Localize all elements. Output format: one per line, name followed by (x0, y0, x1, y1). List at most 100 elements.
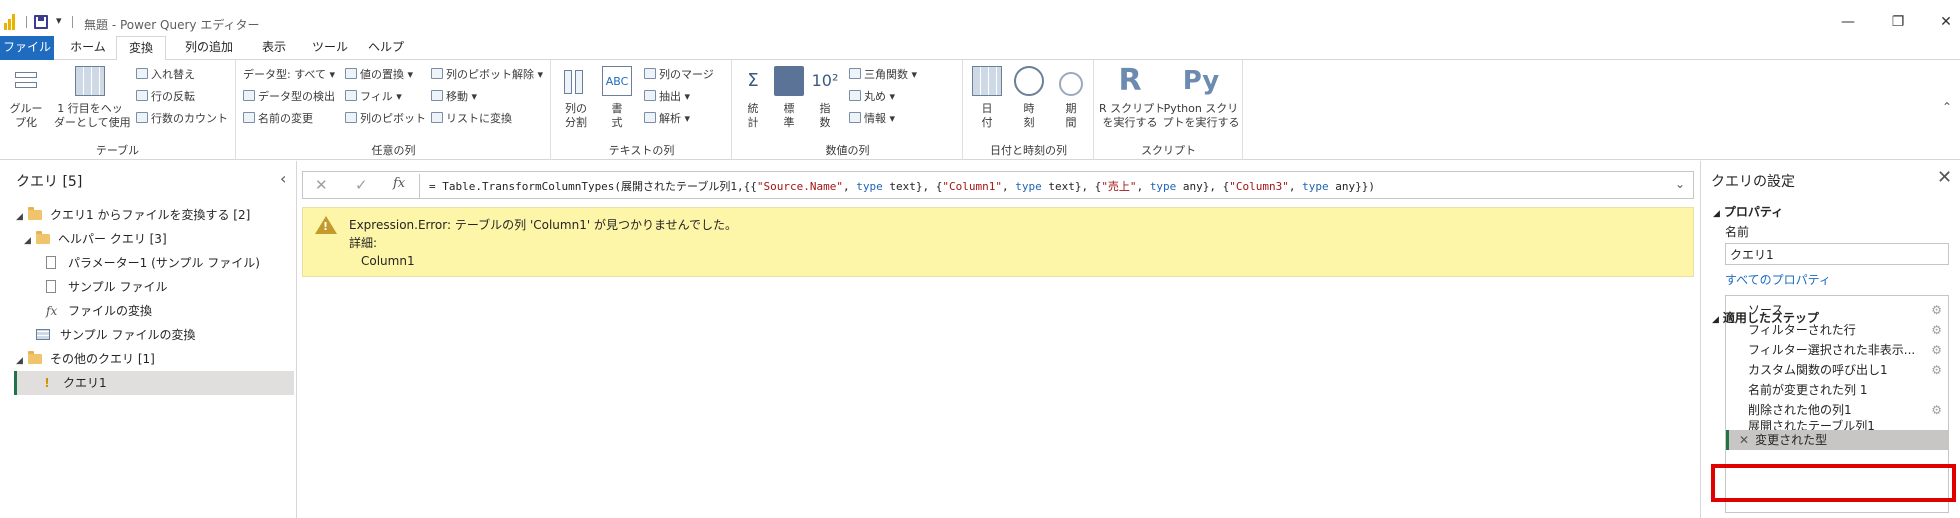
extract-button[interactable]: 抽出 ▾ (644, 90, 690, 104)
properties-section[interactable]: ◢ プロパティ (1713, 203, 1783, 220)
group-table: グルー プ化 1 行目をヘッ ダーとして使用 入れ替え 行の反転 行数のカウント… (0, 60, 236, 160)
group-datetime-column: 日 付 時 刻 期 間 日付と時刻の列 (964, 60, 1094, 160)
time-button[interactable]: 時 刻 (1010, 66, 1048, 130)
tree-item[interactable]: fx ファイルの変換 (46, 299, 152, 323)
tree-item-selected[interactable]: ! クエリ1 (14, 371, 294, 395)
quick-access-dropdown-icon[interactable]: ▾ (56, 14, 62, 27)
gear-icon[interactable]: ⚙ (1931, 320, 1942, 340)
tree-item[interactable]: サンプル ファイル (46, 275, 167, 299)
scientific-button[interactable]: 10² 指 数 (809, 66, 841, 130)
folder-icon (28, 207, 42, 220)
minimize-button[interactable]: — (1838, 12, 1858, 32)
folder-icon (36, 231, 50, 244)
fx-icon[interactable]: fx (393, 176, 405, 191)
first-row-header-button[interactable]: 1 行目をヘッ ダーとして使用 (54, 66, 131, 130)
tab-view[interactable]: 表示 (252, 36, 296, 60)
pivot-button[interactable]: 列のピボット (345, 112, 426, 126)
step-item[interactable]: フィルター選択された非表示... ⚙ (1726, 340, 1948, 360)
group-label: スクリプト (1141, 144, 1196, 157)
calendar-icon (972, 66, 1002, 96)
step-item[interactable]: 名前が変更された列 1 (1726, 380, 1948, 400)
close-settings-icon[interactable]: ✕ (1937, 167, 1952, 188)
delete-step-icon[interactable]: ✕ (1739, 433, 1749, 447)
tab-file[interactable]: ファイル (0, 36, 54, 60)
restore-button[interactable]: ❐ (1888, 12, 1908, 32)
ribbon-tabs: ファイル ホーム 変換 列の追加 表示 ツール ヘルプ (0, 36, 1960, 61)
divider (419, 174, 420, 198)
all-properties-link[interactable]: すべてのプロパティ (1725, 271, 1831, 288)
tree-item[interactable]: サンプル ファイルの変換 (36, 323, 195, 347)
gear-icon[interactable]: ⚙ (1931, 300, 1942, 320)
format-abc-icon: ABC (602, 66, 632, 96)
group-by-button[interactable]: グルー プ化 (6, 66, 46, 130)
tab-transform[interactable]: 変換 (116, 36, 166, 61)
format-button[interactable]: ABC 書 式 (600, 66, 634, 130)
gear-icon[interactable]: ⚙ (1931, 360, 1942, 380)
split-column-button[interactable]: 列の 分割 (558, 66, 594, 130)
expand-icon: ◢ (1712, 315, 1719, 325)
title-bar: ▾ 無題 - Power Query エディター — ❐ ✕ (0, 0, 1960, 38)
duration-button[interactable]: 期 間 (1052, 66, 1090, 130)
detect-type-button[interactable]: データ型の検出 (243, 90, 335, 104)
transpose-button[interactable]: 入れ替え (136, 68, 195, 82)
cancel-formula-icon[interactable]: ✕ (315, 176, 328, 194)
tab-help[interactable]: ヘルプ (362, 36, 410, 60)
merge-columns-button[interactable]: 列のマージ (644, 68, 714, 82)
statistics-button[interactable]: Σ 統 計 (737, 66, 769, 130)
count-rows-button[interactable]: 行数のカウント (136, 112, 228, 126)
fill-button[interactable]: フィル ▾ (345, 90, 402, 104)
step-item-selected[interactable]: ✕ 変更された型 (1726, 430, 1948, 450)
file-icon (46, 280, 56, 293)
tree-folder[interactable]: ◢ クエリ1 からファイルを変換する [2] (16, 203, 250, 227)
rename-button[interactable]: 名前の変更 (243, 112, 313, 126)
python-icon: Py (1182, 66, 1220, 96)
power-ten-icon: 10² (811, 71, 839, 90)
gear-icon[interactable]: ⚙ (1931, 340, 1942, 360)
fill-down-icon (345, 90, 357, 101)
divider (26, 16, 27, 28)
group-by-label: グルー プ化 (9, 102, 43, 129)
expand-icon: ◢ (24, 236, 31, 246)
list-icon (431, 112, 443, 123)
save-icon[interactable] (34, 15, 48, 29)
date-button[interactable]: 日 付 (968, 66, 1006, 130)
tree-folder[interactable]: ◢ その他のクエリ [1] (16, 347, 155, 371)
reverse-rows-button[interactable]: 行の反転 (136, 90, 195, 104)
trig-button[interactable]: 三角関数 ▾ (849, 68, 917, 82)
move-button[interactable]: 移動 ▾ (431, 90, 477, 104)
step-item[interactable]: カスタム関数の呼び出し1 ⚙ (1726, 360, 1948, 380)
tab-add-column[interactable]: 列の追加 (176, 36, 242, 60)
standard-button[interactable]: 標 準 (773, 66, 805, 130)
data-type-dropdown[interactable]: データ型: すべて ▾ (243, 68, 335, 82)
run-python-script-button[interactable]: Py Python スクリ プトを実行する (1161, 66, 1241, 130)
highlight-box (1711, 464, 1956, 502)
step-item[interactable]: 展開されたテーブル列1 (1726, 416, 1948, 430)
divider (72, 16, 73, 28)
info-button[interactable]: 情報 ▾ (849, 112, 895, 126)
tree-folder[interactable]: ◢ ヘルパー クエリ [3] (24, 227, 167, 251)
to-list-button[interactable]: リストに変換 (431, 112, 512, 126)
applied-steps-section[interactable]: ◢ 適用したステップ (1712, 309, 1819, 326)
tree-item[interactable]: パラメーター1 (サンプル ファイル) (46, 251, 260, 275)
commit-formula-icon[interactable]: ✓ (355, 176, 368, 194)
group-text-column: 列の 分割 ABC 書 式 列のマージ 抽出 ▾ 解析 ▾ テキストの列 (552, 60, 732, 160)
error-details-label: 詳細: (349, 236, 378, 250)
parse-button[interactable]: 解析 ▾ (644, 112, 690, 126)
expand-formula-icon[interactable]: ⌄ (1675, 177, 1685, 191)
close-button[interactable]: ✕ (1936, 12, 1956, 32)
unpivot-button[interactable]: 列のピボット解除 ▾ (431, 68, 543, 82)
collapse-ribbon-icon[interactable]: ⌃ (1942, 100, 1952, 114)
parameter-icon (46, 256, 56, 269)
formula-input[interactable]: = Table.TransformColumnTypes(展開されたテーブル列1… (429, 178, 1375, 194)
warning-triangle-icon: ! (315, 216, 337, 234)
run-r-script-button[interactable]: R R スクリプト を実行する (1099, 66, 1165, 130)
tab-home[interactable]: ホーム (62, 36, 114, 60)
collapse-queries-icon[interactable]: ‹ (280, 169, 286, 188)
query-name-input[interactable] (1725, 243, 1949, 265)
triangle-icon (849, 68, 861, 79)
replace-values-button[interactable]: 値の置換 ▾ (345, 68, 413, 82)
split-column-icon (561, 66, 591, 96)
rounding-button[interactable]: 丸め ▾ (849, 90, 895, 104)
warning-icon: ! (44, 376, 50, 390)
tab-tools[interactable]: ツール (306, 36, 354, 60)
